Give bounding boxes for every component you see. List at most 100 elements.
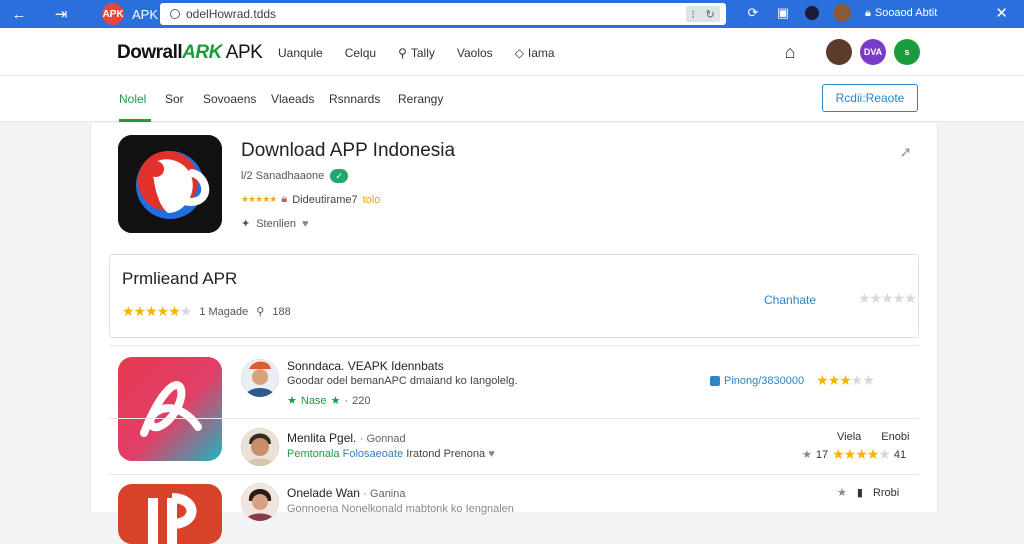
nav-item[interactable]: ⚲ Tally <box>398 46 435 60</box>
tab-rsnnards[interactable]: Rsnnards <box>329 92 380 106</box>
star-icon: ★ <box>287 395 297 407</box>
avatar[interactable] <box>241 428 279 466</box>
logo-text: Dowrall <box>117 42 183 63</box>
row-title[interactable]: Menlita Pgel. · Gonnad <box>287 431 406 445</box>
row-title[interactable]: Sonndaca. VEAPK Idennbats <box>287 359 444 373</box>
verified-icon: ✓ <box>330 169 349 183</box>
active-tab-indicator <box>119 119 151 122</box>
row-right-top-1[interactable]: Viela <box>837 431 861 443</box>
row-right-value: 41 <box>893 448 907 461</box>
nav-item[interactable]: Celqu <box>345 46 376 60</box>
browser-toolbar: ← ⇥ APK APK odelHowrad.tdds ⁝ ↻ ⟳ ▣ 🔒︎ Soo… <box>0 0 1024 28</box>
search-icon: ⚲ <box>256 306 265 318</box>
rating-stars: ★★★★★ <box>241 194 277 204</box>
home-icon[interactable]: ⌂ <box>776 38 804 66</box>
row-title-text: Menlita Pgel. <box>287 431 357 445</box>
user-avatar[interactable] <box>826 39 852 65</box>
row-right-bottom: ★ 17 ★★★★★ 41 <box>802 446 906 463</box>
app-subinfo: ✦ Stenlien ♥ <box>241 217 309 231</box>
dark-extension-icon[interactable] <box>805 6 819 20</box>
developer-name[interactable]: l/2 Sanadhaaone <box>241 170 324 182</box>
promo-link[interactable]: Chanhate <box>764 293 816 307</box>
top-nav: Uanqule Celqu ⚲ Tally Vaolos ◇ Iama <box>278 46 555 60</box>
nav-item-label: Iama <box>527 46 555 60</box>
row-subtitle: Gonnoena Nonelkonald mabtonk ko Iengnale… <box>287 503 514 515</box>
row-subtitle: Pemtonala Folosaeoate Iratond Prenona ♥ <box>287 448 495 460</box>
promo-card[interactable]: Prmlieand APR ★★★★★★ 1 Magade ⚲ 188 Chan… <box>109 254 919 338</box>
tab-vlaeads[interactable]: Vlaeads <box>271 92 314 106</box>
tab-sor[interactable]: Sor <box>165 92 184 106</box>
row-stars: ★★★★★ <box>816 372 875 388</box>
heart-icon[interactable]: ♥ <box>488 448 495 460</box>
row-right-top: ★ ▮ Rrobi <box>837 486 899 500</box>
share-icon[interactable]: ➚ <box>899 143 912 161</box>
row-meta-value: 220 <box>352 394 371 407</box>
badge-dva[interactable]: DVA <box>860 39 886 65</box>
chart-icon: ▮ <box>856 487 863 499</box>
app-icon-red[interactable] <box>118 357 222 461</box>
app-icon-orange[interactable] <box>118 484 222 544</box>
tab-sovoaens[interactable]: Sovoaens <box>203 92 256 106</box>
dot-separator: · <box>344 394 349 407</box>
extension-icon[interactable]: ⟳ <box>745 5 761 21</box>
badge-green[interactable]: s <box>894 39 920 65</box>
profile-avatar[interactable] <box>833 4 851 22</box>
remote-button[interactable]: Rcdii:Reaote <box>822 84 918 112</box>
lock-icon: 🔒︎ <box>281 193 288 205</box>
heart-icon[interactable]: ♥ <box>302 218 309 230</box>
avatar[interactable] <box>241 483 279 521</box>
logo-mark: ARK <box>182 42 222 63</box>
row-title-text: Onelade Wan <box>287 486 360 500</box>
pin-small-icon: ✦ <box>241 218 251 230</box>
nav-item[interactable]: ◇ Iama <box>515 46 555 60</box>
star-icon: ★ <box>837 487 847 499</box>
row-meta-count: Nase <box>300 394 327 407</box>
row-right-label[interactable]: Pinong/3830000 <box>724 375 804 387</box>
tab-rerangy[interactable]: Rerangy <box>398 92 443 106</box>
site-logo[interactable]: DowrallARK APK <box>117 42 263 64</box>
row-right-top: Viela Enobi <box>837 431 909 443</box>
lock-icon: 🔒︎ <box>865 6 871 19</box>
nav-item[interactable]: Uanqule <box>278 46 323 60</box>
avatar[interactable] <box>241 359 279 397</box>
row-title[interactable]: Onelade Wan · Ganina <box>287 486 406 500</box>
row-right-meta: Pinong/3830000 ★★★★★ <box>710 372 875 389</box>
row-title-suffix: Gonnad <box>366 433 406 445</box>
back-icon[interactable]: ← <box>8 3 30 25</box>
bookmark-icon[interactable]: ▣ <box>775 5 791 21</box>
star-icon: ★ <box>330 395 341 407</box>
forward-icon[interactable]: ⇥ <box>50 3 72 25</box>
promo-right-stars: ★★★★★ <box>858 290 917 306</box>
rating-text: Dideutirame7 <box>292 193 358 206</box>
logo-apk: APK <box>225 42 263 63</box>
tab-title[interactable]: APK <box>132 7 158 22</box>
promo-stars: ★★★★★★ <box>122 303 192 319</box>
promo-title: Prmlieand APR <box>122 269 238 288</box>
row-right-top-1[interactable]: Rrobi <box>873 487 899 499</box>
download-icon <box>710 375 720 386</box>
app-icon <box>118 135 222 233</box>
tab-nolel[interactable]: Nolel <box>119 92 146 106</box>
tag-icon: ◇ <box>514 46 524 60</box>
developer-line: l/2 Sanadhaaone ✓ <box>241 169 349 183</box>
close-icon[interactable]: ✕ <box>995 4 1008 22</box>
tab-favicon: APK <box>102 3 124 25</box>
divider <box>109 474 919 475</box>
nav-item[interactable]: Vaolos <box>457 46 493 60</box>
promo-meta: ★★★★★★ 1 Magade ⚲ 188 <box>122 303 291 320</box>
address-bar[interactable]: odelHowrad.tdds ⁝ ↻ <box>160 3 726 25</box>
app-title: Download APP Indonesia <box>241 140 456 161</box>
row-title-suffix: Ganina <box>370 488 406 500</box>
reload-controls[interactable]: ⁝ ↻ <box>686 6 720 22</box>
reload-icon[interactable]: ↻ <box>705 8 714 21</box>
app-subtext: Stenlien <box>256 217 296 230</box>
url-text[interactable]: odelHowrad.tdds <box>186 7 276 21</box>
main-content: Download APP Indonesia l/2 Sanadhaaone ✓… <box>90 123 938 544</box>
search-icon: ⚲ <box>398 46 407 60</box>
profile-button[interactable]: 🔒︎ Sooaod Abtit <box>865 7 937 20</box>
row-subtitle-blue[interactable]: Folosaeoate <box>343 448 404 460</box>
promo-meta-1: 1 Magade <box>199 305 249 318</box>
stop-icon[interactable]: ⁝ <box>691 8 695 21</box>
row-meta: ★ Nase ★ · 220 <box>287 394 371 408</box>
row-right-top-2[interactable]: Enobi <box>881 431 909 443</box>
